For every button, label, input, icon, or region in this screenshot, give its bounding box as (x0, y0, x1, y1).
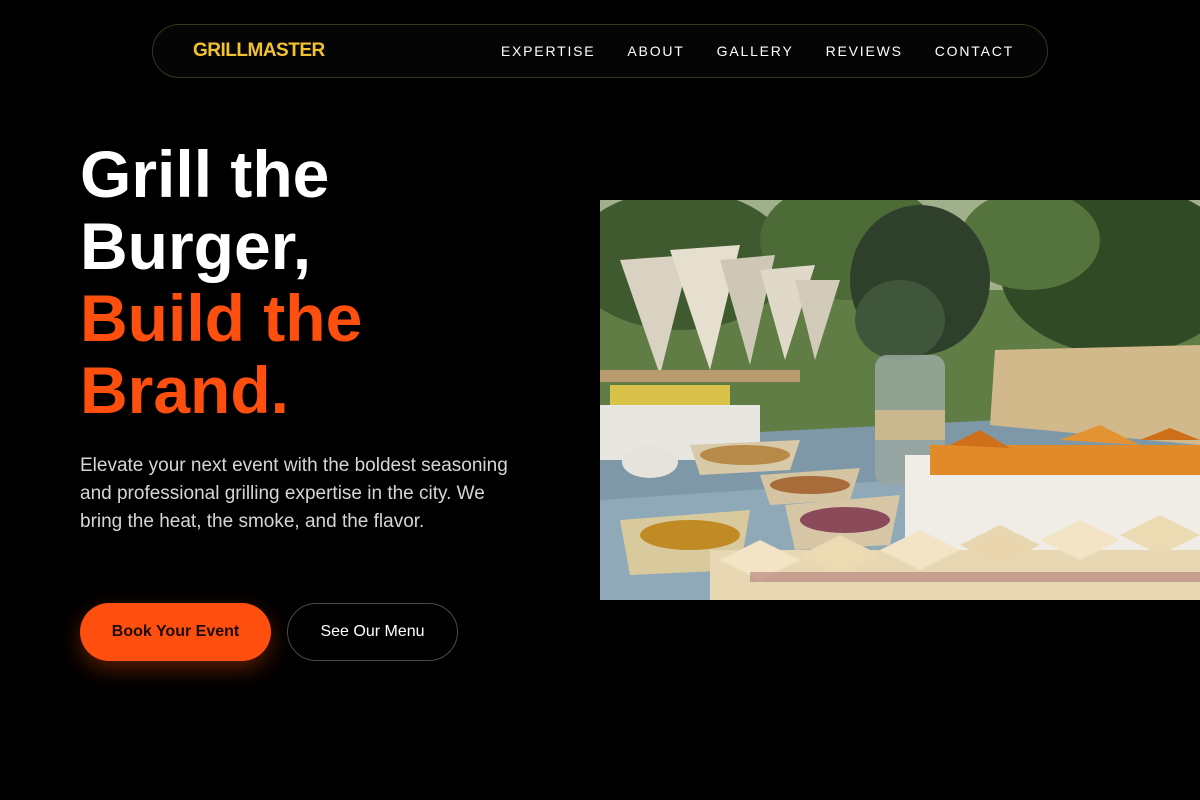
nav-link-reviews[interactable]: REVIEWS (826, 43, 903, 59)
see-menu-button[interactable]: See Our Menu (287, 603, 458, 661)
catering-table-illustration (600, 200, 1200, 600)
nav-links: EXPERTISE ABOUT GALLERY REVIEWS CONTACT (501, 43, 1014, 59)
nav-link-gallery[interactable]: GALLERY (717, 43, 794, 59)
hero-title-accent-line-2: Brand. (80, 353, 290, 427)
book-event-button[interactable]: Book Your Event (80, 603, 271, 661)
hero-title-line-1: Grill the (80, 137, 330, 211)
hero-food-image (600, 200, 1200, 600)
brand-logo[interactable]: GRILLMASTER (193, 40, 325, 62)
nav-link-expertise[interactable]: EXPERTISE (501, 43, 596, 59)
hero-title-accent-line-1: Build the (80, 281, 363, 355)
nav-link-about[interactable]: ABOUT (627, 43, 684, 59)
hero-description: Elevate your next event with the boldest… (80, 455, 508, 532)
hero-title: Grill the Burger, Build the Brand. (80, 138, 362, 426)
nav-link-contact[interactable]: CONTACT (935, 43, 1014, 59)
hero-title-line-2: Burger, (80, 209, 312, 283)
top-navigation: GRILLMASTER EXPERTISE ABOUT GALLERY REVI… (152, 24, 1048, 78)
